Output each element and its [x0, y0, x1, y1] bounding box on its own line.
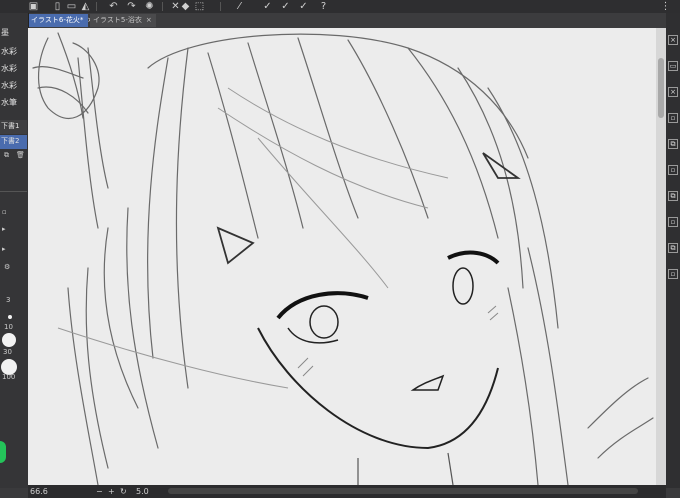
copy-icon[interactable]: ⧉	[4, 151, 9, 160]
left-tool-panel: 墨 水彩 水彩 水彩 水筆 下書1 下書2 ⧉ 🗑 ▫ ▸ ▸ ⚙ 3 10 3…	[0, 13, 29, 488]
right-tool-panel: × ▭ × ▫ ⧉ ▫ ⧉ ▫ ⧉ ▫	[666, 13, 680, 488]
tab-label: イラスト5-浴衣	[93, 16, 142, 24]
rotate-icon[interactable]: ↻	[120, 486, 127, 497]
copy-icon[interactable]: ⧉	[668, 243, 678, 253]
toolbar-divider	[220, 2, 221, 11]
fill-icon[interactable]: ◭	[80, 1, 91, 12]
brush-item[interactable]: 水彩	[1, 63, 17, 74]
layer-label: 下書2	[1, 137, 20, 145]
scrollbar-thumb[interactable]	[658, 58, 664, 118]
undo-icon[interactable]: ↶	[108, 1, 119, 12]
transform-icon[interactable]: ⬚	[194, 1, 205, 12]
pencil-tool-icon[interactable]: ✓	[262, 1, 273, 12]
trash-icon[interactable]: 🗑	[16, 151, 25, 159]
layer-icon[interactable]: ▭	[668, 61, 678, 71]
layer-item[interactable]: 下書1	[0, 120, 27, 134]
panel-header: 墨	[1, 28, 9, 37]
layer-icon[interactable]: ▣	[28, 1, 39, 12]
copy-icon[interactable]: ⧉	[668, 139, 678, 149]
close-icon[interactable]: ×	[668, 35, 678, 45]
settings-icon[interactable]: ⚙	[4, 263, 10, 271]
trash-icon[interactable]: ▭	[66, 1, 77, 12]
brush-size-10[interactable]	[2, 333, 16, 347]
brush-item[interactable]: 水彩	[1, 46, 17, 57]
top-toolbar: ▣ ▯ ▭ ◭ ↶ ↷ ✺ ✕ ◆ ⬚ ⁄ ✓ ✓ ✓ ? ⋮	[0, 0, 680, 14]
size-label: 10	[4, 323, 13, 331]
brush-item[interactable]: 水筆	[1, 97, 17, 108]
marker-tool-icon[interactable]: ✓	[298, 1, 309, 12]
tab-illust6[interactable]: イラスト6-花火*×	[28, 14, 93, 27]
new-file-icon[interactable]: ▯	[52, 1, 63, 12]
copy-icon[interactable]: ⧉	[668, 191, 678, 201]
tab-illust5[interactable]: イラスト5-浴衣 ×	[90, 14, 156, 27]
color-knob[interactable]	[0, 441, 6, 463]
brush-size-3[interactable]	[8, 315, 12, 319]
angle-value[interactable]: 5.0	[136, 486, 149, 497]
vertical-scrollbar[interactable]	[656, 28, 666, 485]
zoom-value[interactable]: 66.6	[30, 486, 48, 497]
folder-icon[interactable]: ▫	[668, 269, 678, 279]
pen-tool-icon[interactable]: ⁄	[234, 1, 245, 12]
size-label: 100	[2, 373, 16, 381]
brush-item[interactable]: 水彩	[1, 80, 17, 91]
layer-item-selected[interactable]: 下書2	[0, 135, 27, 149]
folder-icon[interactable]: ▫	[668, 217, 678, 227]
brush-tool-icon[interactable]: ✓	[280, 1, 291, 12]
layer-label: 下書1	[1, 122, 20, 130]
bucket-icon[interactable]: ◆	[180, 1, 191, 12]
horizontal-scrollbar[interactable]	[168, 488, 638, 494]
spinner-icon[interactable]: ✺	[144, 1, 155, 12]
toolbar-divider	[162, 2, 163, 11]
close-icon[interactable]: ×	[146, 14, 152, 27]
redo-icon[interactable]: ↷	[126, 1, 137, 12]
expand-icon[interactable]: ▸	[2, 225, 6, 233]
status-bar: 66.6 − + ↻ 5.0	[28, 485, 666, 498]
lock-icon[interactable]: ▫	[2, 208, 7, 216]
document-tabbar: イラスト6-花火*× イラスト5-浴衣 ×	[28, 13, 668, 28]
size-label: 3	[6, 296, 11, 304]
expand-icon[interactable]: ▸	[2, 245, 6, 253]
size-label: 30	[3, 348, 12, 356]
sketch-artwork	[28, 28, 656, 485]
zoom-out-icon[interactable]: −	[96, 486, 103, 497]
drawing-canvas[interactable]	[28, 28, 656, 485]
grid-icon[interactable]: ⋮	[660, 1, 671, 12]
panel-divider	[0, 191, 27, 192]
close-icon[interactable]: ×	[668, 87, 678, 97]
folder-icon[interactable]: ▫	[668, 165, 678, 175]
tab-label: イラスト6-花火*	[31, 16, 84, 24]
folder-icon[interactable]: ▫	[668, 113, 678, 123]
help-icon[interactable]: ?	[318, 1, 329, 12]
zoom-in-icon[interactable]: +	[108, 486, 115, 497]
toolbar-divider	[96, 2, 97, 11]
